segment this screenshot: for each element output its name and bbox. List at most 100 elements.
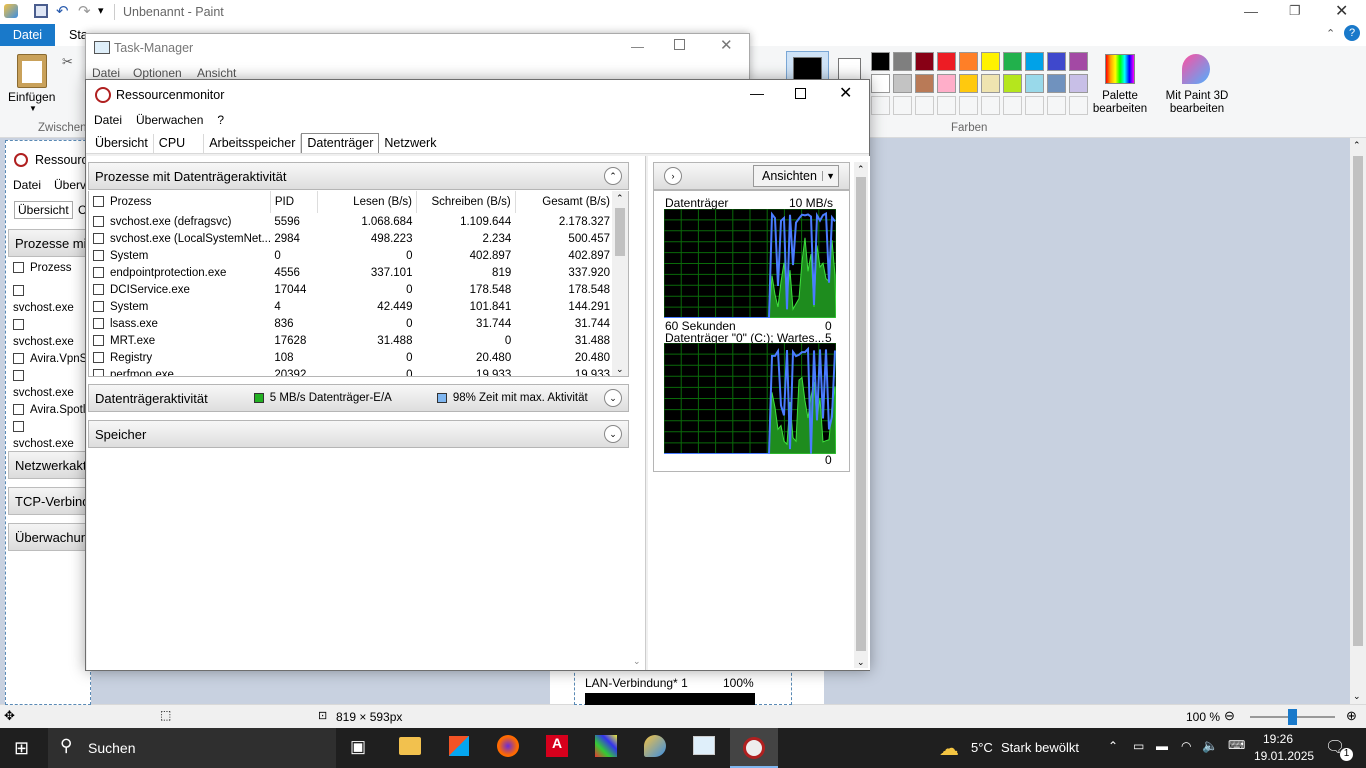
- process-row[interactable]: Registry 108 0 20.480 20.480: [89, 349, 614, 366]
- clock-date[interactable]: 19.01.2025: [1254, 749, 1314, 763]
- expand-activity-icon[interactable]: ⌄: [604, 389, 622, 407]
- palette-color-12[interactable]: [893, 74, 912, 93]
- palette-color-18[interactable]: [1025, 74, 1044, 93]
- paint-taskbar-icon[interactable]: [644, 735, 666, 757]
- resmon-menu-help[interactable]: ?: [210, 113, 231, 127]
- palette-color-20[interactable]: [1069, 74, 1088, 93]
- right-panel-scrollbar[interactable]: ⌃ ⌄: [854, 162, 868, 668]
- right-scroll-up-icon[interactable]: ⌃: [857, 164, 865, 175]
- taskmgr-menu-optionen[interactable]: Optionen: [133, 66, 182, 80]
- paint-close-button[interactable]: ✕: [1335, 1, 1348, 21]
- views-dropdown-icon[interactable]: ▼: [822, 171, 838, 181]
- tray-expand-icon[interactable]: ⌃: [1108, 739, 1118, 753]
- right-scroll-thumb[interactable]: [856, 177, 866, 651]
- section-storage-header[interactable]: Speicher ⌄: [88, 420, 629, 448]
- paint-scroll-thumb[interactable]: [1353, 156, 1363, 646]
- quick-access-dropdown-icon[interactable]: ▾: [98, 4, 104, 17]
- paint-minimize-button[interactable]: —: [1244, 3, 1258, 19]
- weather-text[interactable]: Stark bewölkt: [1001, 740, 1079, 755]
- taskmgr-menu-ansicht[interactable]: Ansicht: [197, 66, 236, 80]
- custom-color-slot[interactable]: [937, 96, 956, 115]
- zoom-in-button[interactable]: ⊕: [1346, 708, 1357, 724]
- palette-color-16[interactable]: [981, 74, 1000, 93]
- col-pid[interactable]: PID: [270, 191, 319, 213]
- process-row[interactable]: svchost.exe (LocalSystemNet... 2984 498.22…: [89, 230, 614, 247]
- custom-color-slot[interactable]: [1003, 96, 1022, 115]
- tab-overview[interactable]: Übersicht: [90, 134, 154, 153]
- zoom-slider-thumb[interactable]: [1288, 709, 1297, 725]
- help-icon[interactable]: ?: [1344, 25, 1360, 41]
- row-checkbox[interactable]: [93, 334, 104, 346]
- weather-icon[interactable]: ☁: [939, 736, 959, 761]
- wifi-icon[interactable]: ◠: [1181, 739, 1191, 753]
- resmon-menu-ueberwachen[interactable]: Überwachen: [129, 113, 210, 127]
- section-activity-header[interactable]: Datenträgeraktivität 5 MB/s Datenträger-…: [88, 384, 629, 412]
- start-button[interactable]: ⊞: [14, 738, 29, 759]
- tab-memory[interactable]: Arbeitsspeicher: [204, 134, 302, 153]
- bg-header-checkbox[interactable]: [13, 262, 24, 274]
- bg-section-processes[interactable]: Prozesse mi: [8, 229, 92, 257]
- bg-process-row[interactable]: Avira.Spotl: [13, 402, 90, 419]
- task-view-icon[interactable]: ▣: [350, 737, 366, 757]
- custom-color-slot[interactable]: [959, 96, 978, 115]
- resmon-taskbar-button[interactable]: [730, 728, 778, 768]
- bg-process-row[interactable]: Avira.VpnS: [13, 351, 90, 368]
- clock-time[interactable]: 19:26: [1263, 732, 1293, 746]
- taskmgr-menu-datei[interactable]: Datei: [92, 66, 120, 80]
- custom-color-slot[interactable]: [981, 96, 1000, 115]
- palette-color-6[interactable]: [981, 52, 1000, 71]
- palette-color-9[interactable]: [1047, 52, 1066, 71]
- palette-color-17[interactable]: [1003, 74, 1022, 93]
- avira-icon[interactable]: A: [546, 735, 568, 757]
- palette-color-4[interactable]: [937, 52, 956, 71]
- redo-icon[interactable]: ↷: [78, 2, 91, 20]
- undo-icon[interactable]: ↶: [56, 2, 69, 20]
- row-checkbox[interactable]: [93, 368, 104, 376]
- tab-cpu[interactable]: CPU: [154, 134, 205, 153]
- process-row[interactable]: System 0 0 402.897 402.897: [89, 247, 614, 264]
- taskmgr-minimize-button[interactable]: —: [631, 39, 644, 54]
- resmon-close-button[interactable]: ✕: [839, 83, 852, 103]
- palette-color-7[interactable]: [1003, 52, 1022, 71]
- battery-icon[interactable]: ▬: [1156, 739, 1168, 753]
- language-icon[interactable]: ⌨: [1228, 738, 1245, 752]
- row-checkbox[interactable]: [93, 266, 104, 278]
- right-scroll-down-icon[interactable]: ⌄: [857, 657, 865, 668]
- palette-color-2[interactable]: [893, 52, 912, 71]
- ribbon-collapse-icon[interactable]: ⌃: [1326, 27, 1335, 40]
- tab-network[interactable]: Netzwerk: [379, 134, 441, 153]
- custom-color-slot[interactable]: [1025, 96, 1044, 115]
- row-checkbox[interactable]: [93, 232, 104, 244]
- store-icon[interactable]: [449, 736, 469, 756]
- paint-restore-button[interactable]: ❐: [1289, 3, 1301, 19]
- paste-button-label[interactable]: Einfügen: [8, 90, 55, 104]
- expand-storage-icon[interactable]: ⌄: [604, 425, 622, 443]
- views-dropdown[interactable]: Ansichten ▼: [753, 165, 839, 187]
- row-checkbox[interactable]: [93, 283, 104, 295]
- palette-color-10[interactable]: [1069, 52, 1088, 71]
- bg-process-row[interactable]: svchost.exe: [13, 368, 90, 402]
- process-table-scrollbar[interactable]: ⌃ ⌄: [612, 191, 628, 376]
- table-scroll-up-icon[interactable]: ⌃: [616, 193, 624, 204]
- table-scroll-thumb[interactable]: [615, 208, 625, 256]
- firefox-icon[interactable]: [497, 735, 519, 757]
- header-checkbox[interactable]: [93, 196, 104, 208]
- palette-color-14[interactable]: [937, 74, 956, 93]
- resmon-menu-datei[interactable]: Datei: [87, 113, 129, 127]
- custom-color-slot[interactable]: [1047, 96, 1066, 115]
- process-row[interactable]: perfmon.exe 20392 0 19.933 19.933: [89, 366, 614, 376]
- bg-row-checkbox[interactable]: [13, 319, 24, 331]
- palette-color-11[interactable]: [871, 74, 890, 93]
- volume-icon[interactable]: 🔈: [1202, 738, 1218, 754]
- cut-icon[interactable]: ✂: [62, 54, 73, 70]
- custom-color-slot[interactable]: [915, 96, 934, 115]
- resmon-maximize-button[interactable]: [795, 88, 806, 99]
- section-processes-header[interactable]: Prozesse mit Datenträgeraktivität ⌃: [88, 162, 629, 190]
- file-explorer-icon[interactable]: [399, 737, 421, 755]
- bg-section-network[interactable]: Netzwerkakt: [8, 451, 92, 479]
- collapse-graphs-icon[interactable]: ›: [664, 167, 682, 185]
- palette-color-3[interactable]: [915, 52, 934, 71]
- bg-row-checkbox[interactable]: [13, 370, 24, 382]
- bg-row-checkbox[interactable]: [13, 421, 24, 433]
- rar-icon[interactable]: [595, 735, 617, 757]
